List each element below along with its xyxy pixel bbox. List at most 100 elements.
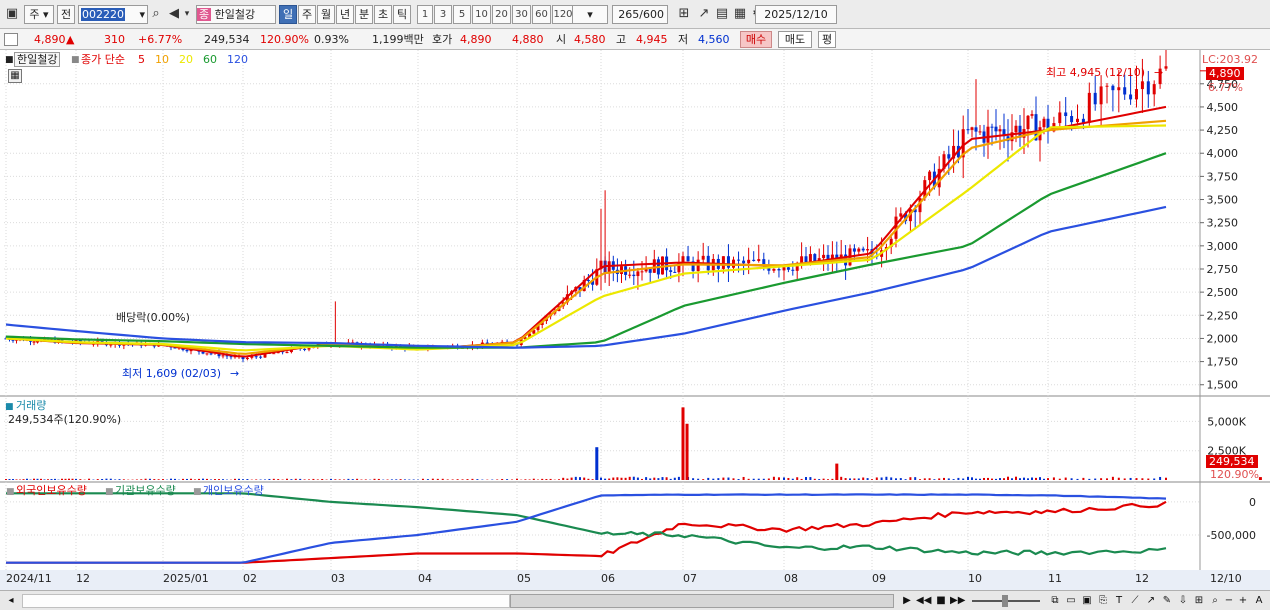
play-icon[interactable]: ▶ (900, 594, 914, 608)
quote-toggle-icon[interactable] (4, 33, 18, 46)
ma-legend-120[interactable]: 120 (227, 53, 248, 66)
draw-tool-icon[interactable]: ↗ (696, 6, 712, 22)
chart-area[interactable]: 1,500 1,750 2,000 2,250 2,500 2,750 3,000 3,250… (0, 42, 1270, 590)
count-field[interactable]: 265/600 (612, 5, 668, 24)
volume-bar (157, 479, 160, 480)
interval-button-60[interactable]: 60 (532, 5, 551, 24)
candle-body (742, 260, 746, 264)
volume-bar (436, 478, 439, 480)
speaker-dropdown-icon[interactable]: ▾ (182, 6, 192, 22)
volume-title[interactable]: 거래량 (16, 399, 46, 412)
marker-tool-icon[interactable]: ✎ (1160, 594, 1174, 608)
volume-bar (33, 478, 35, 480)
text-tool-icon[interactable]: T (1112, 594, 1126, 608)
volume-bar (1082, 477, 1085, 480)
font-size-icon[interactable]: A (1252, 594, 1266, 608)
candle-body (259, 356, 263, 358)
volume-bar (22, 479, 25, 480)
volume-bar (15, 479, 18, 480)
zoom-in-icon[interactable]: + (1236, 594, 1250, 608)
period-tab-5[interactable]: 초 (374, 5, 392, 24)
zoom-slider-handle[interactable] (1002, 595, 1008, 607)
holdings-series-0[interactable]: 외국인보유수량 (16, 484, 87, 497)
code-input[interactable]: 002220 ▾ (78, 5, 148, 24)
scroll-left-icon[interactable]: ◂ (4, 594, 18, 608)
prev-button[interactable]: 전 (57, 5, 75, 24)
ma-legend-20[interactable]: 20 (179, 53, 193, 66)
holdings-series-2[interactable]: 개인보유수량 (203, 484, 264, 497)
interval-button-3[interactable]: 3 (434, 5, 452, 24)
interval-dropdown[interactable]: ▾ (572, 5, 608, 24)
ma-legend-5[interactable]: 5 (138, 53, 145, 66)
candle-body (791, 269, 795, 271)
calculator-icon[interactable]: ▦ (8, 69, 22, 83)
period-tab-6[interactable]: 틱 (393, 5, 411, 24)
zoom-out-icon[interactable]: − (1222, 594, 1236, 608)
y-tick-label: 4,000 (1207, 147, 1239, 160)
period-tab-1[interactable]: 주 (298, 5, 316, 24)
interval-button-10[interactable]: 10 (472, 5, 491, 24)
ma-title[interactable]: 종가 단순 (81, 53, 125, 66)
chart-canvas[interactable]: 1,500 1,750 2,000 2,250 2,500 2,750 3,000 3,250… (0, 42, 1270, 590)
window-icon[interactable]: ⧉ (1048, 594, 1062, 608)
trend-tool-icon[interactable]: ↗ (1144, 594, 1158, 608)
buy-button[interactable]: 매수 (740, 31, 772, 48)
volume-bar (545, 479, 548, 480)
image-icon[interactable]: ▣ (1080, 594, 1094, 608)
stop-icon[interactable]: ■ (934, 594, 948, 608)
search-icon[interactable]: ⌕ (148, 6, 164, 22)
x-axis-label: 08 (784, 572, 798, 585)
market-dropdown[interactable]: 주 ▾ (24, 5, 54, 24)
crosshair-icon[interactable]: ⊞ (676, 6, 692, 22)
y-tick-label: 2,500 (1207, 286, 1239, 299)
volume-bar (772, 476, 775, 480)
x-axis-label: 02 (243, 572, 257, 585)
ma-legend-60[interactable]: 60 (203, 53, 217, 66)
export-icon[interactable]: ⇩ (1176, 594, 1190, 608)
save-icon[interactable]: ▤ (714, 6, 730, 22)
ma-legend-10[interactable]: 10 (155, 53, 169, 66)
candle-body (1087, 92, 1091, 123)
volume-bar (343, 479, 346, 480)
period-tab-0[interactable]: 일 (279, 5, 297, 24)
interval-button-30[interactable]: 30 (512, 5, 531, 24)
zoom-icon[interactable]: ⌕ (1208, 594, 1222, 608)
candle-body (1030, 114, 1034, 116)
volume-bar (330, 478, 332, 480)
volume-bar (566, 478, 569, 480)
fast-forward-icon[interactable]: ▶▶ (950, 594, 965, 608)
scrollbar-track[interactable] (22, 594, 510, 608)
volume-bar-peak (835, 463, 839, 480)
evaluation-button[interactable]: 평 (818, 31, 836, 48)
interval-button-5[interactable]: 5 (453, 5, 471, 24)
volume-bar (68, 478, 70, 480)
interval-button-1[interactable]: 1 (417, 5, 433, 24)
candle-body (813, 254, 817, 262)
volume-bar (692, 478, 695, 480)
period-tab-3[interactable]: 년 (336, 5, 354, 24)
holdings-series-1[interactable]: 기관보유수량 (115, 484, 176, 497)
copy-icon[interactable]: ⎘ (1096, 594, 1110, 608)
company-name-field[interactable]: 종 한일철강 (196, 5, 276, 24)
date-field[interactable]: 2025/12/10 (755, 5, 837, 24)
print-icon[interactable]: ▦ (732, 6, 748, 22)
volume-bar (777, 477, 780, 480)
candle-body (221, 355, 225, 357)
volume-bar (1039, 477, 1041, 480)
grid-icon[interactable]: ⊞ (1192, 594, 1206, 608)
candle-body (1064, 112, 1068, 117)
x-axis-label: 04 (418, 572, 432, 585)
stock-name-label[interactable]: 한일철강 (14, 52, 61, 67)
line-tool-icon[interactable]: ⟋ (1128, 594, 1142, 608)
scrollbar-thumb[interactable] (510, 594, 894, 608)
speaker-icon[interactable]: ◀ (166, 6, 182, 22)
period-tab-2[interactable]: 월 (317, 5, 335, 24)
interval-button-120[interactable]: 120 (552, 5, 574, 24)
chevron-down-icon[interactable]: ▾ (139, 6, 145, 23)
period-tab-4[interactable]: 분 (355, 5, 373, 24)
sell-button[interactable]: 매도 (778, 31, 812, 48)
interval-button-20[interactable]: 20 (492, 5, 511, 24)
rewind-icon[interactable]: ◀◀ (916, 594, 931, 608)
layout-tool-icon[interactable]: ▭ (1064, 594, 1078, 608)
layout-icon[interactable]: ▣ (4, 6, 20, 22)
